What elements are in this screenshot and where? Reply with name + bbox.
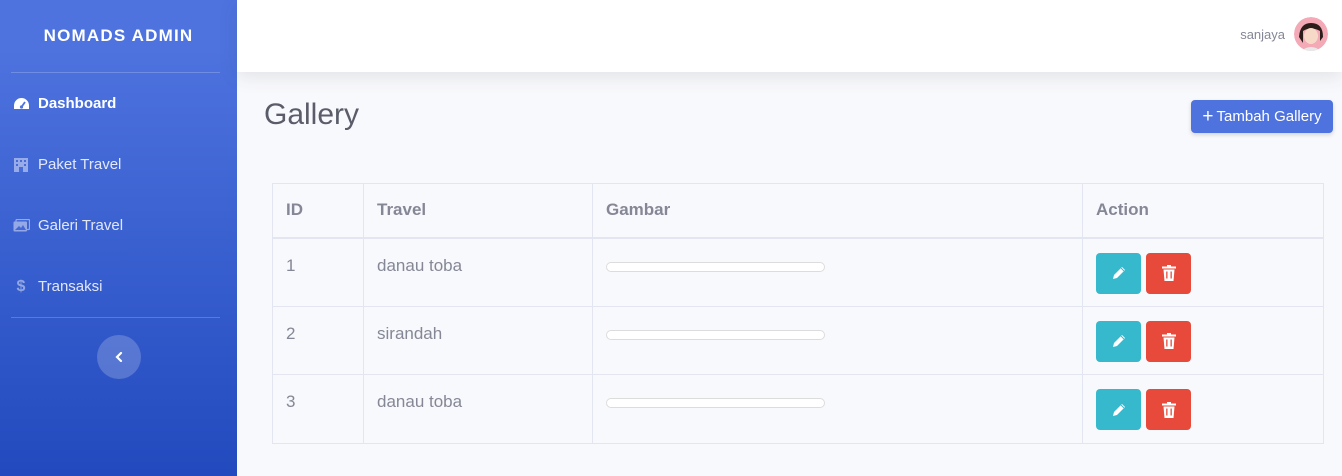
pencil-icon (1112, 403, 1125, 416)
column-header-id: ID (272, 183, 364, 239)
table-row: 3 danau toba (272, 374, 1324, 444)
column-header-action: Action (1082, 183, 1324, 239)
column-header-travel: Travel (363, 183, 593, 239)
add-gallery-label: Tambah Gallery (1216, 108, 1322, 125)
cell-action (1082, 305, 1324, 375)
delete-button[interactable] (1146, 320, 1191, 362)
sidebar-item-label: Dashboard (38, 95, 117, 112)
pencil-icon (1112, 267, 1125, 279)
building-icon (12, 157, 30, 173)
sidebar-brand[interactable]: NOMADS ADMIN (0, 0, 237, 72)
sidebar-item-label: Transaksi (38, 278, 103, 295)
sidebar-item-transaksi[interactable]: $ Transaksi (0, 256, 237, 317)
plus-icon: + (1202, 106, 1214, 127)
cell-id: 3 (272, 374, 364, 444)
pencil-icon (1112, 335, 1125, 347)
cell-id: 2 (272, 305, 364, 375)
cell-action (1082, 374, 1324, 444)
delete-button[interactable] (1146, 389, 1191, 430)
cell-travel: danau toba (363, 237, 593, 307)
cell-id: 1 (272, 237, 364, 307)
table-header-row: ID Travel Gambar Action (272, 183, 1324, 239)
edit-button[interactable] (1096, 252, 1141, 294)
sidebar-item-paket-travel[interactable]: Paket Travel (0, 134, 237, 195)
dollar-icon: $ (16, 277, 26, 295)
sidebar-item-label: Paket Travel (38, 156, 122, 173)
sidebar-item-label: Galeri Travel (38, 217, 124, 234)
avatar[interactable] (1294, 17, 1328, 51)
cell-gambar (592, 374, 1083, 444)
gallery-image (606, 398, 825, 408)
trash-icon (1161, 265, 1176, 281)
sidebar-toggle-button[interactable] (96, 335, 141, 379)
sidebar-item-galeri-travel[interactable]: Galeri Travel (0, 195, 237, 256)
gallery-image (606, 329, 825, 340)
table-row: 1 danau toba (272, 237, 1324, 307)
chevron-left-icon (114, 352, 122, 362)
gallery-table: ID Travel Gambar Action 1 danau toba 2 s… (272, 183, 1324, 444)
user-name: sanjaya (1240, 26, 1285, 42)
add-gallery-button[interactable]: + Tambah Gallery (1191, 100, 1333, 133)
cell-gambar (592, 237, 1083, 307)
dashboard-icon (12, 96, 30, 112)
sidebar-item-dashboard[interactable]: Dashboard (0, 73, 237, 134)
images-icon (12, 218, 30, 234)
sidebar-divider (11, 317, 220, 318)
table-row: 2 sirandah (272, 305, 1324, 375)
delete-button[interactable] (1146, 252, 1191, 294)
gallery-image (606, 261, 825, 272)
page-title: Gallery (264, 98, 360, 131)
column-header-gambar: Gambar (592, 183, 1083, 239)
sidebar: NOMADS ADMIN Dashboard Paket Travel Gale… (0, 0, 237, 476)
cell-travel: sirandah (363, 305, 593, 375)
topbar: sanjaya (237, 0, 1342, 72)
cell-action (1082, 237, 1324, 307)
user-menu[interactable]: sanjaya (1240, 17, 1328, 51)
cell-travel: danau toba (363, 374, 593, 444)
trash-icon (1161, 333, 1176, 349)
edit-button[interactable] (1096, 389, 1141, 430)
edit-button[interactable] (1096, 320, 1141, 362)
trash-icon (1161, 401, 1176, 418)
cell-gambar (592, 305, 1083, 375)
